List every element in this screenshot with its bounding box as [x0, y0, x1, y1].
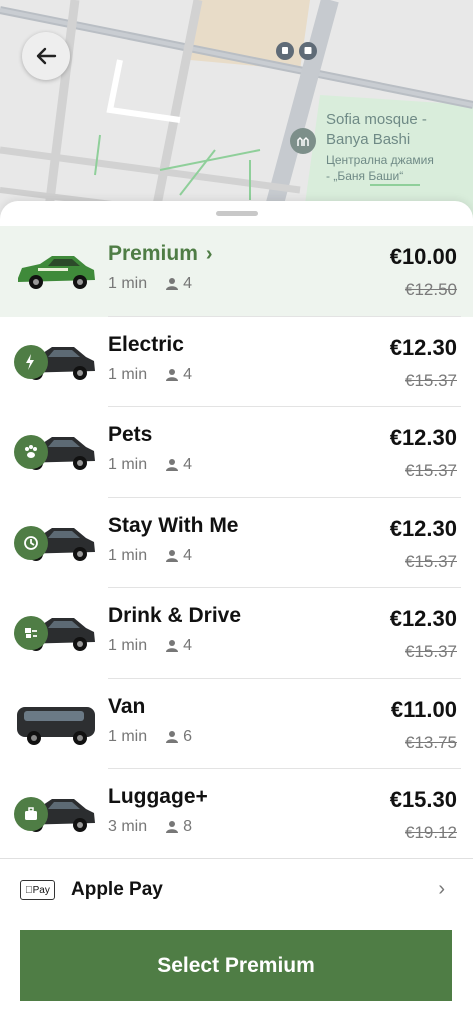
car-image [14, 610, 98, 656]
seat-count: 4 [183, 637, 193, 654]
ride-eta: 1 min [108, 456, 148, 473]
chevron-right-icon: › [438, 878, 445, 900]
chevron-right-icon: › [205, 243, 213, 265]
poi-name-en: Sofia mosque - Banya Bashi [326, 111, 427, 148]
apple-pay-icon: Pay [20, 880, 55, 900]
car-image [14, 701, 98, 747]
ride-seats: 4 [165, 275, 192, 293]
ride-name: Electric [108, 332, 184, 356]
ride-seats: 6 [165, 728, 192, 746]
ride-option-row[interactable]: Luggage+ 3 min 8 €15.30 €19.12 [0, 769, 473, 860]
ride-eta: 1 min [108, 546, 148, 564]
ride-meta: 1 min 4 [108, 275, 192, 293]
ride-price: €11.00 [390, 696, 457, 722]
payment-method-label: Apple Pay [71, 879, 163, 900]
tram-stop-icon[interactable] [276, 42, 294, 60]
ride-name: Premium › [108, 242, 213, 265]
ride-old-price: €15.37 [405, 461, 457, 480]
apple-pay-badge-text: Pay [28, 884, 50, 896]
ride-old-price: €15.37 [405, 551, 457, 571]
ride-meta: 1 min 4 [108, 637, 192, 655]
ride-eta: 1 min [108, 637, 148, 654]
ride-price: €15.30 [389, 787, 457, 812]
select-ride-button[interactable]: Select Premium [20, 930, 452, 1001]
arrow-left-icon [36, 47, 57, 65]
seat-count: 4 [183, 275, 193, 292]
ride-option-row[interactable]: Premium › 1 min 4 €10.00 €12.50 [0, 226, 473, 317]
ride-option-row[interactable]: Pets 1 min 4 €12.30 €15.37 [0, 407, 473, 498]
ride-meta: 1 min 4 [108, 547, 192, 565]
ride-price: €10.00 [389, 244, 457, 269]
ride-seats: 4 [165, 456, 192, 474]
ride-old-price: €13.75 [405, 732, 457, 752]
mosque-icon[interactable] [290, 128, 316, 154]
clock-icon [14, 525, 48, 560]
ride-old-price: €15.37 [405, 642, 457, 661]
seat-count: 4 [183, 456, 193, 473]
ride-seats: 8 [165, 818, 192, 836]
ride-name: Drink & Drive [108, 604, 242, 627]
ride-meta: 1 min 6 [108, 728, 192, 746]
ride-option-row[interactable]: Electric 1 min 4 €12.30 €15.37 [0, 317, 473, 407]
drag-handle[interactable] [216, 211, 258, 216]
ride-price: €12.30 [389, 334, 457, 360]
ride-meta: 3 min 8 [108, 818, 192, 836]
ride-old-price: €15.37 [405, 370, 457, 390]
person-icon [166, 730, 179, 743]
car-image [14, 248, 98, 294]
person-icon [166, 368, 179, 381]
ride-seats: 4 [165, 637, 192, 655]
ride-name: Stay With Me [108, 513, 239, 537]
car-image [14, 429, 98, 475]
ride-options-sheet: Premium › 1 min 4 €10.00 €12.50 Electric 1 min 4… [0, 201, 473, 1024]
keys-icon [14, 616, 48, 650]
ride-option-row[interactable]: Van 1 min 6 €11.00 €13.75 [0, 679, 473, 769]
seat-count: 4 [183, 546, 193, 564]
person-icon [166, 821, 179, 833]
ride-options-list: Premium › 1 min 4 €10.00 €12.50 Electric 1 min 4… [0, 226, 473, 860]
seat-count: 6 [183, 727, 193, 745]
ride-seats: 4 [165, 366, 192, 384]
ride-meta: 1 min 4 [108, 366, 192, 384]
ride-old-price: €19.12 [405, 823, 457, 842]
ride-eta: 1 min [108, 727, 148, 745]
ride-old-price: €12.50 [405, 280, 457, 299]
payment-method-row[interactable]: Pay Apple Pay › [0, 858, 473, 920]
ride-meta: 1 min 4 [108, 456, 192, 474]
ride-price: €12.30 [389, 425, 457, 450]
ride-name: Van [108, 694, 146, 718]
person-icon [166, 549, 179, 562]
ride-eta: 1 min [108, 275, 148, 292]
paw-icon [14, 435, 48, 469]
ride-price: €12.30 [389, 606, 457, 631]
car-image [14, 339, 98, 385]
seat-count: 4 [183, 365, 193, 383]
ride-seats: 4 [165, 547, 192, 565]
poi-name-bg: Централна джамия - „Баня Баши“ [326, 153, 434, 183]
suitcase-icon [14, 797, 48, 831]
car-image [14, 791, 98, 837]
ride-price: €12.30 [389, 515, 457, 541]
ride-option-row[interactable]: Stay With Me 1 min 4 €12.30 €15.37 [0, 498, 473, 588]
person-icon [166, 640, 179, 652]
seat-count: 8 [183, 818, 193, 835]
lightning-icon [14, 344, 48, 379]
ride-name: Pets [108, 423, 153, 446]
ride-eta: 3 min [108, 818, 148, 835]
person-icon [166, 278, 179, 290]
ride-eta: 1 min [108, 365, 148, 383]
ride-name: Luggage+ [108, 785, 208, 808]
bus-stop-icon[interactable] [299, 42, 317, 60]
back-button[interactable] [22, 32, 70, 80]
car-image [14, 520, 98, 566]
ride-option-row[interactable]: Drink & Drive 1 min 4 €12.30 €15.37 [0, 588, 473, 679]
person-icon [166, 459, 179, 471]
